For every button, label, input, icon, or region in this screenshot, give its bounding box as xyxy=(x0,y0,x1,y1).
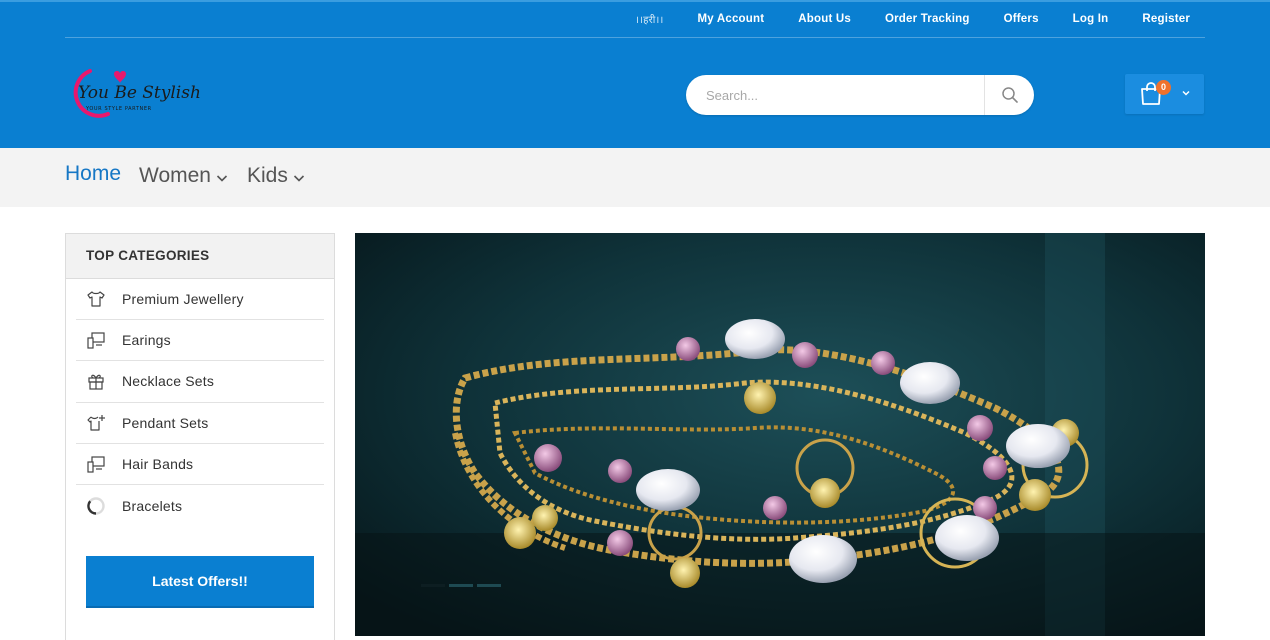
category-item-hair-bands[interactable]: Hair Bands xyxy=(76,444,324,485)
main-nav: Home Women Kids xyxy=(0,148,1270,207)
logo-graphic: You Be Stylish YOUR STYLE PARTNER xyxy=(73,69,201,118)
nav-item-label: Kids xyxy=(247,164,288,187)
category-label: Pendant Sets xyxy=(122,414,209,431)
order-tracking-link[interactable]: Order Tracking xyxy=(885,13,970,25)
search-input[interactable] xyxy=(706,84,976,106)
offers-link[interactable]: Offers xyxy=(1004,13,1039,25)
search-button[interactable] xyxy=(985,75,1034,115)
slider-dots xyxy=(421,584,505,587)
site-logo[interactable]: You Be Stylish YOUR STYLE PARTNER xyxy=(64,66,214,124)
necklace-image xyxy=(355,233,1205,636)
tshirt-icon xyxy=(85,288,107,310)
my-account-link[interactable]: My Account xyxy=(698,13,765,25)
category-label: Premium Jewellery xyxy=(122,291,244,308)
top-links: ।।हरी।। My Account About Us Order Tracki… xyxy=(635,12,1190,26)
slider-dot[interactable] xyxy=(421,584,445,587)
about-us-link[interactable]: About Us xyxy=(798,13,851,25)
cart-count-badge: 0 xyxy=(1156,80,1171,95)
category-sidebar: TOP CATEGORIES Premium Jewellery Earings… xyxy=(65,233,335,640)
category-label: Necklace Sets xyxy=(122,373,215,390)
site-header: ।।हरी।। My Account About Us Order Tracki… xyxy=(0,0,1270,148)
category-item-earings[interactable]: Earings xyxy=(76,320,324,362)
chevron-down-icon xyxy=(1182,90,1190,96)
category-label: Earings xyxy=(122,332,171,349)
hero-banner[interactable] xyxy=(355,233,1205,636)
search-icon xyxy=(1001,87,1018,103)
chevron-down-icon xyxy=(216,174,228,182)
gift-icon xyxy=(85,370,107,392)
nav-item-label: Home xyxy=(65,162,122,185)
sidebar-title: TOP CATEGORIES xyxy=(66,234,334,279)
category-list: Premium Jewellery Earings Necklace Sets … xyxy=(76,279,324,526)
search-box xyxy=(686,75,1034,115)
category-label: Hair Bands xyxy=(122,455,194,472)
nav-item-home[interactable]: Home xyxy=(65,162,121,186)
category-label: Bracelets xyxy=(122,497,183,514)
chevron-down-icon xyxy=(293,174,304,182)
nav-item-label: Women xyxy=(139,164,211,187)
top-bar: ।।हरी।। My Account About Us Order Tracki… xyxy=(65,2,1205,38)
loading-ring-icon xyxy=(85,495,107,517)
logo-tagline: YOUR STYLE PARTNER xyxy=(85,106,152,112)
shirt-plus-icon xyxy=(85,412,107,434)
cart-button[interactable]: 0 xyxy=(1125,74,1204,114)
login-link[interactable]: Log In xyxy=(1073,13,1109,25)
devices-icon xyxy=(85,453,107,475)
category-item-premium-jewellery[interactable]: Premium Jewellery xyxy=(76,279,324,321)
category-item-pendant-sets[interactable]: Pendant Sets xyxy=(76,403,324,444)
nav-item-women[interactable]: Women xyxy=(139,164,228,188)
slider-dot[interactable] xyxy=(449,584,473,587)
register-link[interactable]: Register xyxy=(1142,13,1190,25)
nav-item-kids[interactable]: Kids xyxy=(247,164,305,188)
category-item-necklace-sets[interactable]: Necklace Sets xyxy=(76,361,324,403)
latest-offers-button[interactable]: Latest Offers!! xyxy=(86,556,314,608)
logo-text: You Be Stylish xyxy=(78,83,201,103)
category-item-bracelets[interactable]: Bracelets xyxy=(76,485,324,526)
slider-dot[interactable] xyxy=(477,584,501,587)
devices-icon xyxy=(85,329,107,351)
language-link[interactable]: ।।हरी।। xyxy=(635,12,663,26)
